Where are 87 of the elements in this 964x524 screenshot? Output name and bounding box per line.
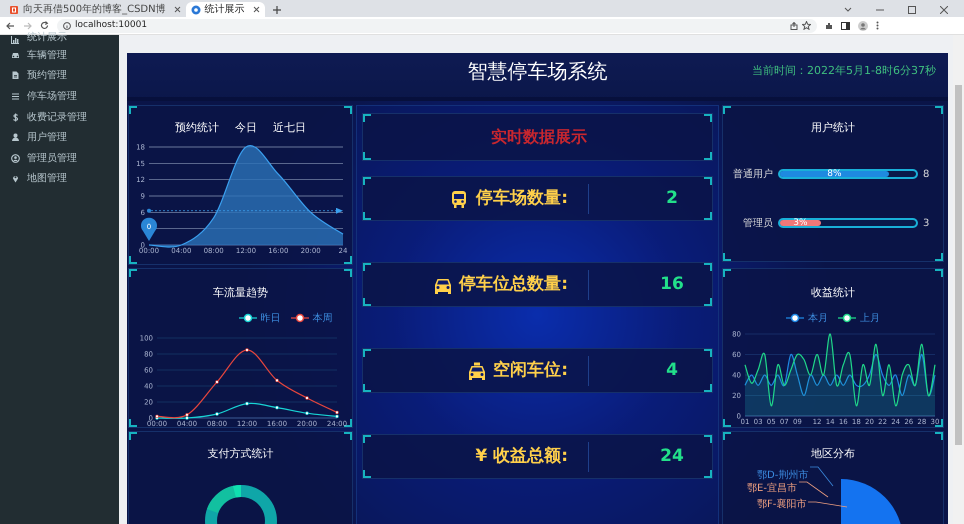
file-icon bbox=[11, 71, 20, 80]
sidebar-item[interactable]: 停车场管理 bbox=[0, 86, 119, 107]
profile-icon[interactable] bbox=[858, 20, 868, 30]
data-point bbox=[305, 411, 309, 414]
legend-label: 上月 bbox=[860, 312, 880, 326]
data-point bbox=[245, 348, 249, 352]
data-point bbox=[275, 405, 279, 409]
progress-fill: 3% bbox=[780, 220, 821, 226]
data-point bbox=[305, 396, 309, 400]
legend-marker-icon bbox=[838, 313, 856, 323]
maximize-icon[interactable] bbox=[908, 6, 916, 14]
car-icon bbox=[11, 50, 20, 60]
browser-tab[interactable]: 统计展示 bbox=[186, 2, 265, 17]
sidebar-item[interactable]: 用户管理 bbox=[0, 127, 119, 148]
legend-label: 本周 bbox=[312, 312, 332, 326]
chart-icon bbox=[11, 36, 20, 45]
legend-marker-icon bbox=[290, 313, 308, 323]
stat-label: 空闲车位: bbox=[493, 358, 568, 382]
bar-label: 普通用户 bbox=[732, 168, 773, 182]
leader-line bbox=[810, 464, 834, 486]
region-label: 鄂E-宜昌市 bbox=[747, 482, 797, 496]
data-point bbox=[215, 412, 219, 416]
stat-value: 24 bbox=[659, 444, 685, 468]
site-logo-icon bbox=[9, 4, 19, 14]
sidebar-item[interactable]: 收费记录管理 bbox=[0, 106, 119, 128]
share-icon[interactable] bbox=[790, 22, 798, 30]
data-point bbox=[215, 380, 219, 384]
stat-label: 停车场数量: bbox=[476, 186, 568, 210]
stat-value: 2 bbox=[665, 186, 679, 210]
back-icon[interactable] bbox=[6, 22, 15, 30]
line-start-marker bbox=[147, 208, 151, 212]
sidebar-item[interactable]: 预约管理 bbox=[0, 66, 119, 86]
user-circle-icon bbox=[11, 154, 20, 163]
panel-title: 收益统计 bbox=[811, 286, 855, 299]
region-label: 鄂F-襄阳市 bbox=[757, 498, 806, 512]
legend-marker-icon bbox=[238, 313, 256, 323]
panel-title: 车流量趋势 bbox=[213, 286, 268, 299]
region-label: 鄂D-荆州市 bbox=[757, 468, 808, 482]
chevron-down-icon[interactable] bbox=[844, 6, 852, 12]
scroll-thumb[interactable] bbox=[955, 85, 962, 445]
info-icon bbox=[63, 22, 71, 30]
leader-line bbox=[808, 500, 848, 508]
close-icon[interactable] bbox=[174, 6, 181, 13]
leader-line bbox=[798, 480, 829, 498]
dollar-icon bbox=[11, 112, 20, 122]
chart-tab[interactable]: 今日 bbox=[235, 120, 257, 136]
close-icon[interactable] bbox=[940, 6, 948, 14]
sidebar-item[interactable]: 车辆管理 bbox=[0, 45, 119, 66]
bar-label: 管理员 bbox=[742, 216, 773, 230]
extension-icon[interactable] bbox=[825, 22, 833, 30]
sidebar-item[interactable]: 地图管理 bbox=[0, 168, 119, 190]
stat-value: 4 bbox=[665, 358, 679, 382]
map-pin-icon bbox=[11, 174, 20, 184]
panel-title: 支付方式统计 bbox=[208, 447, 274, 460]
progress-fill: 8% bbox=[780, 171, 889, 177]
data-point bbox=[275, 378, 279, 382]
address-bar[interactable]: localhost:10001 bbox=[57, 18, 817, 32]
sidebar-item[interactable]: 管理员管理 bbox=[0, 148, 119, 169]
user-icon bbox=[11, 133, 20, 142]
value-pin bbox=[141, 217, 157, 240]
bar-value: 8 bbox=[923, 168, 930, 182]
panel-title: 地区分布 bbox=[811, 447, 855, 460]
browser-tab[interactable]: 向天再借500年的博客_CSDN博 bbox=[4, 2, 186, 17]
stat-label: 收益总额: bbox=[493, 444, 568, 468]
panel-title: 预约统计 bbox=[175, 120, 219, 136]
bar-value: 3 bbox=[923, 216, 930, 230]
legend-label: 本月 bbox=[808, 312, 828, 326]
legend-marker-icon bbox=[786, 313, 804, 323]
yen-symbol: ¥ bbox=[475, 444, 488, 468]
section-title: 实时数据展示 bbox=[491, 126, 587, 148]
close-icon[interactable] bbox=[252, 6, 260, 13]
panel-title: 用户统计 bbox=[811, 121, 855, 134]
current-time: 当前时间：2022年5月1-8时6分37秒 bbox=[752, 62, 936, 79]
legend-label: 昨日 bbox=[260, 312, 280, 326]
star-icon[interactable] bbox=[802, 21, 811, 30]
menu-icon[interactable] bbox=[876, 21, 879, 30]
taxi-icon bbox=[467, 362, 488, 380]
dashboard-title: 智慧停车场系统 bbox=[468, 58, 608, 85]
stat-value: 16 bbox=[659, 272, 685, 296]
plus-icon[interactable] bbox=[272, 6, 281, 14]
stat-label: 停车位总数量: bbox=[459, 272, 568, 296]
list-icon bbox=[11, 92, 20, 101]
reload-icon[interactable] bbox=[40, 21, 49, 30]
site-logo-icon bbox=[190, 4, 201, 14]
chart-tab[interactable]: 近七日 bbox=[273, 120, 306, 136]
sidebar-icon[interactable] bbox=[841, 22, 850, 30]
data-point bbox=[245, 401, 249, 405]
